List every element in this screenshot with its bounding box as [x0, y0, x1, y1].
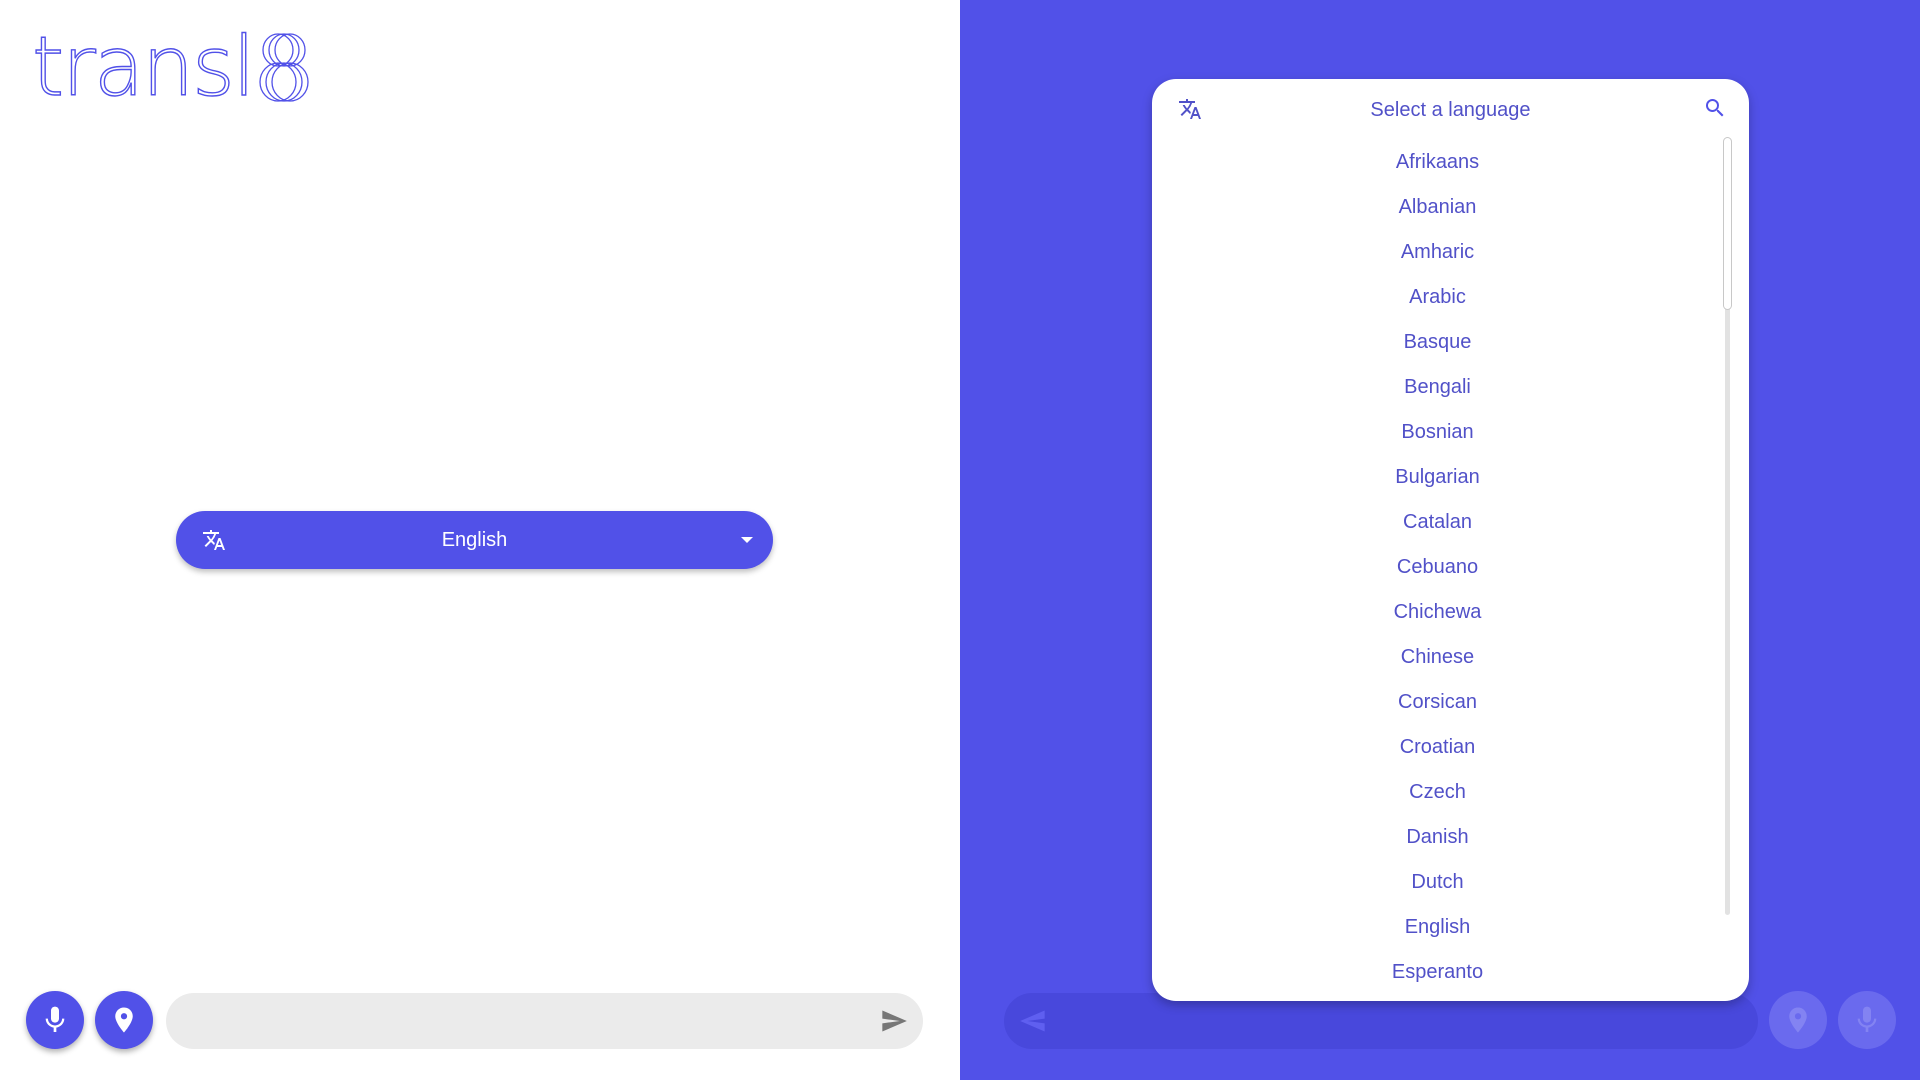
selected-language-label: English [441, 528, 508, 551]
translate-icon [1178, 97, 1202, 121]
language-list-scrollbar[interactable] [1722, 137, 1732, 915]
target-microphone-button[interactable] [1838, 991, 1896, 1049]
language-option[interactable]: Bengali [1152, 365, 1723, 410]
language-option[interactable]: Bosnian [1152, 410, 1723, 455]
target-location-button[interactable] [1769, 991, 1827, 1049]
location-button[interactable] [95, 991, 153, 1049]
language-picker: Afrikaans Albanian Amharic Arabic Basque… [1152, 79, 1749, 1001]
left-pane: transl English [0, 0, 960, 1080]
language-option[interactable]: Catalan [1152, 500, 1723, 545]
language-option[interactable]: Amharic [1152, 230, 1723, 275]
language-option[interactable]: Dutch [1152, 860, 1723, 905]
microphone-button[interactable] [26, 991, 84, 1049]
send-icon [1020, 1010, 1045, 1032]
send-icon[interactable] [879, 1007, 909, 1035]
language-option[interactable]: Croatian [1152, 725, 1723, 770]
logo-eight-icon [256, 32, 312, 104]
message-input-container [166, 993, 923, 1049]
language-option[interactable]: Albanian [1152, 185, 1723, 230]
language-option[interactable]: Arabic [1152, 275, 1723, 320]
language-option[interactable]: Danish [1152, 815, 1723, 860]
language-option[interactable]: Corsican [1152, 680, 1723, 725]
language-option[interactable]: English [1152, 905, 1723, 950]
source-language-dropdown[interactable]: English [176, 511, 773, 569]
language-option[interactable]: Esperanto [1152, 950, 1723, 989]
language-option[interactable]: Cebuano [1152, 545, 1723, 590]
translate-icon [202, 528, 226, 552]
location-pin-icon [115, 1007, 133, 1033]
language-option[interactable]: Chichewa [1152, 590, 1723, 635]
language-picker-header [1152, 79, 1749, 139]
microphone-icon [45, 1006, 65, 1032]
search-icon[interactable] [1703, 96, 1727, 120]
language-list: Afrikaans Albanian Amharic Arabic Basque… [1152, 139, 1723, 989]
language-option[interactable]: Czech [1152, 770, 1723, 815]
target-message-bar [1004, 993, 1758, 1049]
app-logo: transl [31, 20, 312, 115]
scrollbar-thumb[interactable] [1723, 137, 1732, 310]
message-input[interactable] [190, 993, 850, 1049]
microphone-icon [1857, 1006, 1877, 1032]
language-option[interactable]: Basque [1152, 320, 1723, 365]
caret-down-icon [741, 537, 753, 543]
location-pin-icon [1789, 1007, 1807, 1033]
language-option[interactable]: Afrikaans [1152, 140, 1723, 185]
language-search-input[interactable] [1270, 90, 1631, 130]
logo-text: transl [31, 20, 256, 115]
language-option[interactable]: Chinese [1152, 635, 1723, 680]
language-option[interactable]: Bulgarian [1152, 455, 1723, 500]
